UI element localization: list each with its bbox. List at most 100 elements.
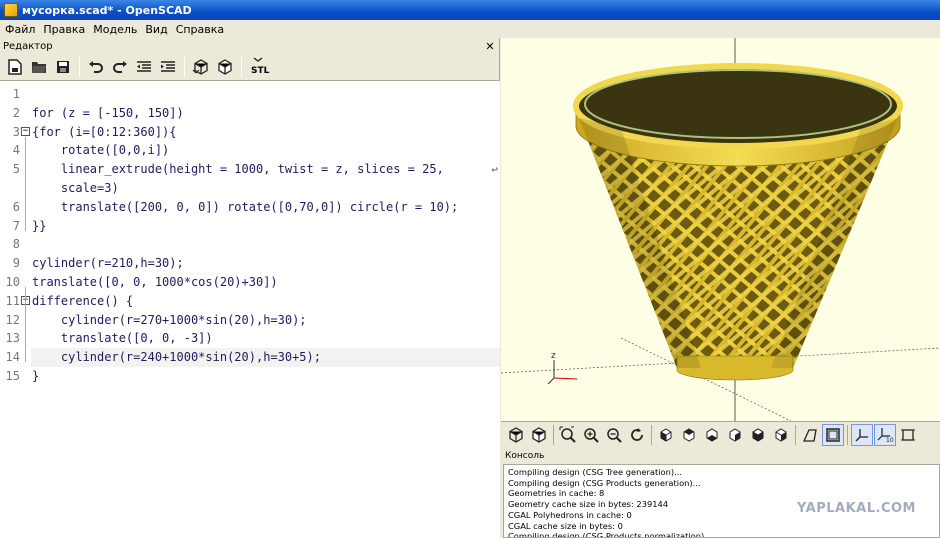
code-line[interactable]: 12 cylinder(r=270+1000*sin(20),h=30); <box>0 311 500 330</box>
menu-bar: Файл Правка Модель Вид Справка <box>0 20 940 38</box>
orthogonal-icon[interactable] <box>822 424 844 446</box>
redo-icon[interactable] <box>109 56 131 78</box>
title-bar[interactable]: мусорка.scad* - OpenSCAD <box>0 0 940 20</box>
axis-indicator: z <box>547 351 578 385</box>
line-number: 5 <box>12 162 20 177</box>
save-icon[interactable] <box>52 56 74 78</box>
code-line[interactable]: 3− {for (i=[0:12:360]){ <box>0 123 500 142</box>
fold-marker-icon[interactable]: − <box>21 126 30 136</box>
render-icon[interactable] <box>528 424 550 446</box>
toolbar-separator <box>847 425 848 445</box>
preview-icon[interactable] <box>190 56 212 78</box>
line-number: 13 <box>5 331 20 346</box>
menu-view[interactable]: Вид <box>141 23 171 36</box>
3d-viewport[interactable]: z <box>501 38 940 421</box>
fold-guide <box>25 136 26 231</box>
render-icon[interactable] <box>214 56 236 78</box>
code-line[interactable]: 6 translate([200, 0, 0]) rotate([0,70,0]… <box>0 198 500 217</box>
basket-model <box>573 63 903 381</box>
editor-panel: Редактор ✕ STL 1 2 for (z = [-150, 150])… <box>0 38 500 538</box>
open-file-icon[interactable] <box>28 56 50 78</box>
code-line[interactable]: 8 <box>0 235 500 254</box>
code-line[interactable]: scale=3) <box>0 179 500 198</box>
menu-edit[interactable]: Правка <box>39 23 89 36</box>
new-file-icon[interactable] <box>4 56 26 78</box>
perspective-icon[interactable] <box>799 424 821 446</box>
line-number: 3 <box>12 124 20 139</box>
code-line[interactable]: 13 translate([0, 0, -3]) <box>0 329 500 348</box>
code-text: difference() { <box>32 293 134 308</box>
line-number: 14 <box>5 350 20 365</box>
code-line[interactable]: 5 linear_extrude(height = 1000, twist = … <box>0 160 500 179</box>
code-text: cylinder(r=240+1000*sin(20),h=30+5); <box>32 350 321 365</box>
code-text: translate([0, 0, -3]) <box>32 331 213 346</box>
line-number: 10 <box>5 275 20 289</box>
code-line[interactable]: 7}} <box>0 217 500 236</box>
fold-guide <box>25 287 26 363</box>
line-number: 9 <box>12 256 20 271</box>
view-back-icon[interactable] <box>770 424 792 446</box>
line-number: 2 <box>12 105 20 120</box>
show-scale-icon[interactable]: 10 <box>874 424 896 446</box>
stl-label: STL <box>251 66 270 76</box>
menu-design[interactable]: Модель <box>89 23 141 36</box>
console-title: Консоль <box>505 451 545 461</box>
zoom-in-icon[interactable] <box>580 424 602 446</box>
code-text: }} <box>32 218 47 233</box>
code-text: rotate([0,0,i]) <box>32 143 170 158</box>
line-number: 11 <box>5 293 20 308</box>
view-bottom-icon[interactable] <box>701 424 723 446</box>
editor-title: Редактор <box>3 40 53 52</box>
code-line[interactable]: 9 cylinder(r=210,h=30); <box>0 254 500 273</box>
menu-help[interactable]: Справка <box>172 23 228 36</box>
viewport-canvas[interactable]: z <box>501 38 940 421</box>
code-text: } <box>32 369 40 383</box>
svg-text:10: 10 <box>886 437 894 443</box>
watermark-text: YAPLAKAL.COM <box>797 501 916 516</box>
view-right-icon[interactable] <box>655 424 677 446</box>
line-number: 7 <box>12 218 20 233</box>
zoom-out-icon[interactable] <box>603 424 625 446</box>
console-line: CGAL cache size in bytes: 0 <box>508 520 623 531</box>
unindent-icon[interactable] <box>133 56 155 78</box>
indent-icon[interactable] <box>157 56 179 78</box>
editor-toolbar: STL <box>0 54 499 81</box>
view-top-icon[interactable] <box>678 424 700 446</box>
export-stl-icon[interactable]: STL <box>247 56 269 78</box>
console-line: Compiling design (CSG Products generatio… <box>508 477 701 488</box>
line-wrap-icon: ↩ <box>491 163 498 177</box>
code-line[interactable]: 1 <box>0 85 500 104</box>
view-front-icon[interactable] <box>747 424 769 446</box>
code-line[interactable]: 10 translate([0, 0, 1000*cos(20)+30]) <box>0 273 500 292</box>
zoom-all-icon[interactable] <box>557 424 579 446</box>
menu-file[interactable]: Файл <box>0 23 39 36</box>
editor-close-icon[interactable]: ✕ <box>484 40 496 53</box>
window-title: мусорка.scad* - OpenSCAD <box>22 3 192 17</box>
undo-icon[interactable] <box>85 56 107 78</box>
console-line: Compiling design (CSG Tree generation)..… <box>508 467 683 477</box>
line-number: 12 <box>5 312 20 327</box>
code-text: translate([200, 0, 0]) rotate([0,70,0]) … <box>32 199 459 214</box>
code-line[interactable]: 15} <box>0 367 500 386</box>
openscad-app-icon <box>4 3 18 17</box>
reset-view-icon[interactable] <box>626 424 648 446</box>
code-line[interactable]: 11−difference() { <box>0 292 500 311</box>
code-text: {for (i=[0:12:360]){ <box>32 124 177 139</box>
code-editor[interactable]: 1 2 for (z = [-150, 150]) 3− {for (i=[0:12:3… <box>0 81 500 538</box>
code-line[interactable]: 2 for (z = [-150, 150]) <box>0 104 500 123</box>
code-line[interactable]: 4 rotate([0,0,i]) <box>0 141 500 160</box>
console-header: Консоль <box>501 448 940 464</box>
code-text: for (z = [-150, 150]) <box>32 105 184 120</box>
view-left-icon[interactable] <box>724 424 746 446</box>
toolbar-separator <box>651 425 652 445</box>
preview-icon[interactable] <box>505 424 527 446</box>
code-line[interactable]: 14 cylinder(r=240+1000*sin(20),h=30+5); <box>0 348 500 367</box>
line-number: 1 <box>12 87 20 101</box>
editor-header: Редактор ✕ <box>0 38 499 54</box>
toolbar-separator <box>241 57 242 77</box>
code-text: cylinder(r=210,h=30); <box>32 256 184 271</box>
show-edges-icon[interactable] <box>897 424 919 446</box>
code-text: cylinder(r=270+1000*sin(20),h=30); <box>32 312 307 327</box>
show-axes-icon[interactable] <box>851 424 873 446</box>
toolbar-separator <box>553 425 554 445</box>
